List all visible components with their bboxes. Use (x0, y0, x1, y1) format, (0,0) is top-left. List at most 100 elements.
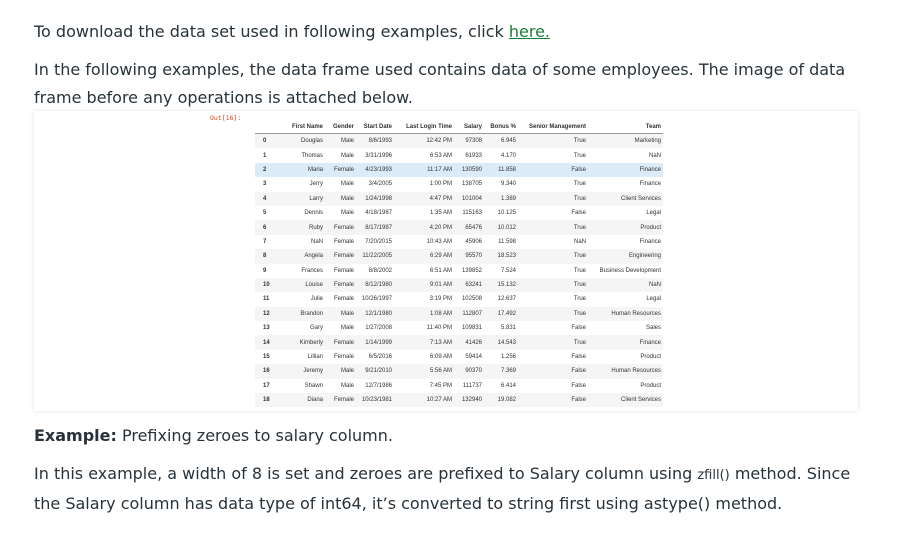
table-cell: Male (340, 181, 354, 188)
table-row: 7 NaN Female 7/20/2015 10:43 AM 45906 11.598 Na… (255, 235, 663, 249)
table-cell: 139852 (461, 267, 482, 274)
download-link[interactable]: here. (509, 22, 550, 41)
table-cell: Male (340, 382, 354, 389)
table-cell: True (518, 220, 588, 235)
row-index: 3 (263, 181, 267, 188)
table-cell: Product (640, 354, 661, 361)
table-cell: Jerry (309, 181, 323, 188)
row-index: 7 (263, 238, 267, 245)
table-row: 13 Gary Male 1/27/2008 11:40 PM 109831 5.831 Fa… (255, 321, 663, 335)
row-index: 12 (255, 306, 285, 322)
table-cell: 12:42 PM (394, 133, 454, 149)
table-row: 9 Frances Female 8/8/2002 6:51 AM 139852 7.524… (255, 264, 663, 278)
table-row: 11 Julie Female 10/26/1997 3:19 PM 102508 12.6… (255, 292, 663, 306)
table-cell: Marketing (588, 133, 663, 149)
table-cell: 102508 (461, 296, 482, 303)
table-cell: 6:29 AM (394, 249, 454, 264)
table-cell: True (573, 267, 586, 274)
row-index: 0 (255, 133, 285, 149)
table-cell: 8/12/1980 (356, 277, 394, 293)
table-cell: Maria (285, 162, 325, 178)
row-index: 1 (263, 152, 267, 159)
table-cell: 10.125 (497, 210, 516, 217)
table-cell: 7.524 (500, 267, 516, 274)
table-cell: 130590 (454, 162, 484, 178)
row-index: 4 (255, 191, 285, 206)
table-cell: 3/31/1996 (365, 152, 392, 159)
table-cell: 11:40 PM (426, 325, 452, 332)
download-paragraph: To download the data set used in followi… (34, 18, 874, 46)
table-cell: Finance (588, 162, 663, 178)
table-cell: False (518, 393, 588, 408)
column-header: First Name (285, 121, 325, 134)
table-row: 6 Ruby Female 8/17/1987 4:20 PM 65476 10.012 Tr… (255, 220, 663, 235)
table-cell: 12/7/1986 (365, 382, 392, 389)
table-cell: 59414 (465, 354, 482, 361)
table-cell: Finance (588, 335, 663, 350)
method-paragraph: In this example, a width of 8 is set and… (34, 460, 874, 518)
table-cell: 111737 (462, 382, 482, 389)
table-cell: Female (325, 249, 356, 264)
table-cell: 10:27 AM (394, 393, 454, 408)
table-row: 10 Louise Female 8/12/1980 9:01 AM 63241 15.13… (255, 277, 663, 293)
table-cell: 1:00 PM (429, 181, 452, 188)
table-cell: True (573, 296, 586, 303)
table-cell: True (573, 181, 586, 188)
table-row: 12 Brandon Male 12/1/1980 1:08 AM 112807 17.49… (255, 306, 663, 322)
table-cell: NaN (648, 152, 661, 159)
table-cell: Female (325, 220, 356, 235)
table-cell: Client Services (588, 393, 663, 408)
example-text: Prefixing zeroes to salary column. (116, 426, 393, 445)
table-cell: 9:01 AM (394, 277, 454, 293)
column-header: Last Login Time (394, 121, 454, 134)
table-cell: 3/4/2005 (368, 181, 392, 188)
table-cell: Male (325, 191, 356, 206)
table-cell: Diana (285, 393, 325, 408)
table-row: 1 Thomas Male 3/31/1996 6:53 AM 61933 4.170 Tru… (255, 148, 663, 162)
table-cell: Female (333, 238, 354, 245)
table-cell: 12/1/1980 (356, 306, 394, 322)
table-cell: Sales (645, 325, 661, 332)
row-index: 13 (263, 325, 270, 332)
table-cell: Shawn (304, 382, 323, 389)
table-cell: Male (325, 364, 356, 379)
table-cell: Larry (285, 191, 325, 206)
table-cell: True (518, 133, 588, 149)
table-cell: 10/23/1981 (356, 393, 394, 408)
table-cell: 97308 (454, 133, 484, 149)
table-row: 5 Dennis Male 4/18/1987 1:35 AM 115163 10.125 F… (255, 206, 663, 220)
table-cell: 6.414 (500, 382, 516, 389)
download-text: To download the data set used in followi… (34, 22, 509, 41)
table-cell: Julie (310, 296, 323, 303)
table-cell: Female (325, 162, 356, 178)
table-cell: Female (333, 296, 354, 303)
table-cell: Male (340, 210, 354, 217)
row-index: 11 (263, 296, 270, 303)
table-cell: Male (325, 306, 356, 322)
table-row: 15 Lillian Female 6/5/2016 6:09 AM 59414 1.256… (255, 350, 663, 364)
table-cell: 1.389 (484, 191, 518, 206)
table-cell: NaN (588, 277, 663, 293)
table-cell: Female (325, 393, 356, 408)
table-cell: False (571, 382, 586, 389)
table-cell: 95570 (454, 249, 484, 264)
table-cell: 17.492 (484, 306, 518, 322)
intro-paragraph: In the following examples, the data fram… (34, 60, 846, 107)
zfill-code: zfill() (697, 468, 730, 483)
table-cell: False (571, 354, 586, 361)
table-cell: 65476 (454, 220, 484, 235)
row-index: 16 (255, 364, 285, 379)
table-row: 17 Shawn Male 12/7/1986 7:45 PM 111737 6.414 Fa… (255, 379, 663, 393)
table-row: 18 Diana Female 10/23/1981 10:27 AM 132940 19.… (255, 393, 663, 408)
table-cell: 8/8/2002 (368, 267, 392, 274)
table-row: 14 Kimberly Female 1/14/1999 7:13 AM 41426 14.… (255, 335, 663, 350)
table-cell: True (518, 191, 588, 206)
table-row: 16 Jeremy Male 9/21/2010 5:56 AM 90370 7.369 Fa… (255, 364, 663, 379)
table-cell: Angela (285, 249, 325, 264)
table-cell: Gary (309, 325, 323, 332)
table-cell: Product (588, 220, 663, 235)
table-cell: 10:43 AM (426, 238, 452, 245)
table-cell: 7:45 PM (429, 382, 452, 389)
table-cell: Client Services (588, 191, 663, 206)
dataframe-image: Out[16]: First Name Gender Start Date Last … (34, 111, 858, 411)
